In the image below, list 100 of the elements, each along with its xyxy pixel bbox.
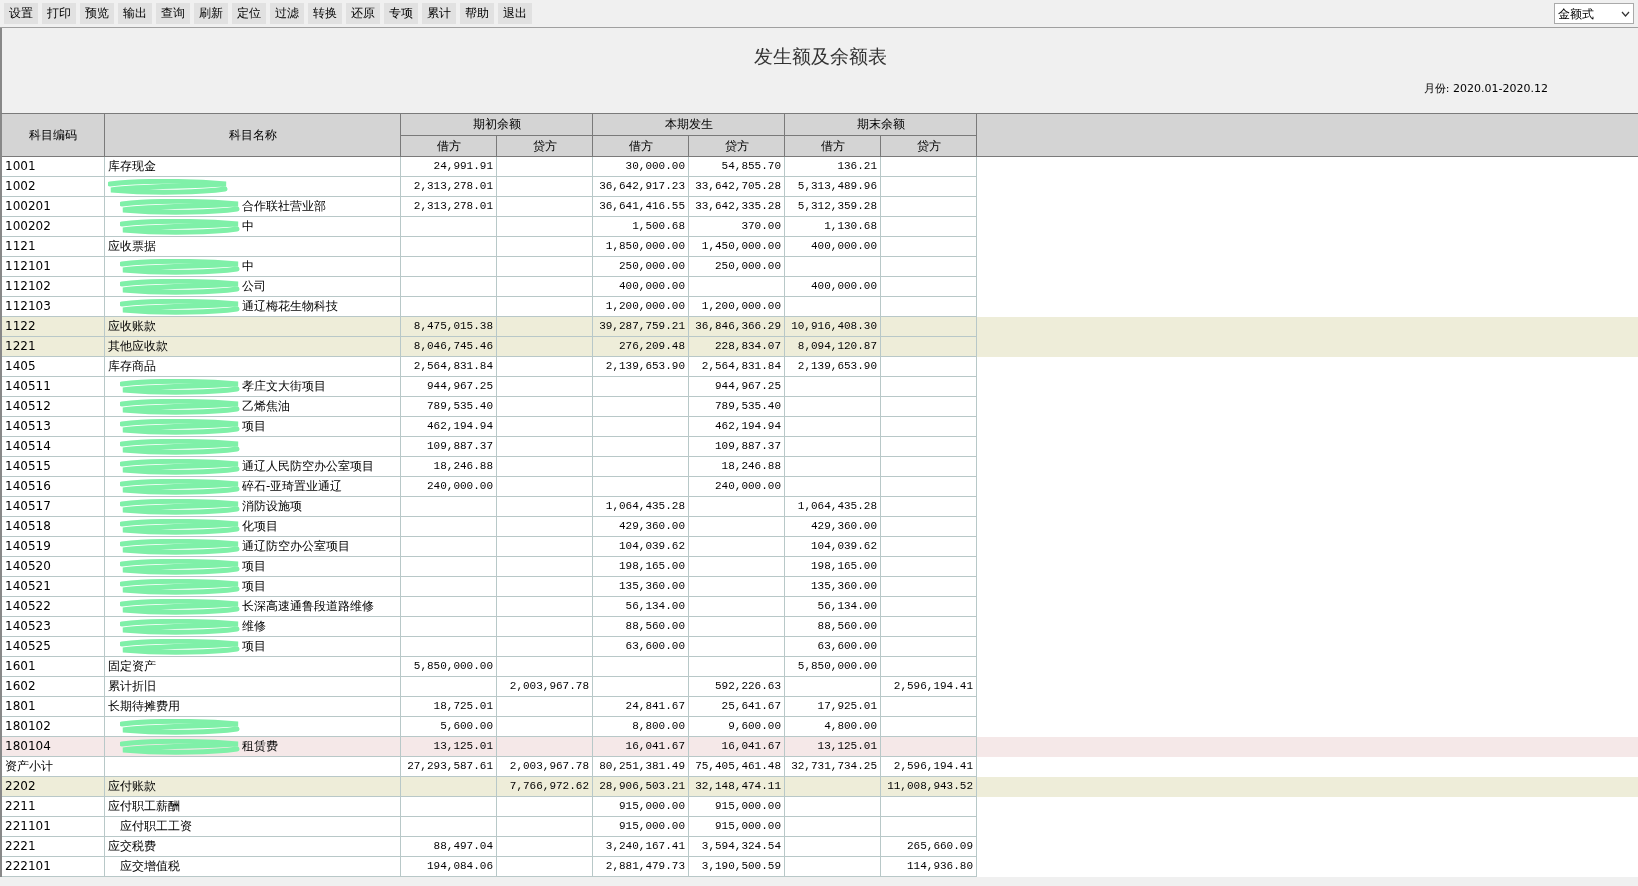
table-cell: 198,165.00 bbox=[593, 557, 689, 577]
account-name: 应收账款 bbox=[108, 319, 156, 333]
table-cell: 915,000.00 bbox=[689, 797, 785, 817]
table-cell: 88,560.00 bbox=[785, 617, 881, 637]
account-name: 应交增值税 bbox=[120, 859, 180, 873]
table-cell: 1,130.68 bbox=[785, 217, 881, 237]
table-cell: 5,313,489.96 bbox=[785, 177, 881, 197]
table-cell: 1002 bbox=[2, 177, 105, 197]
toolbar-button[interactable]: 输出 bbox=[118, 3, 152, 24]
highlighted-row[interactable]: 1122 应收账款 8,475,015.38 39,287,759.21 36,846,366.29 10,916,408.30 bbox=[2, 317, 1638, 337]
table-cell: 462,194.94 bbox=[401, 417, 497, 437]
table-cell: 180104 bbox=[2, 737, 105, 757]
table-cell: 18,725.01 bbox=[401, 697, 497, 717]
table-cell: 56,134.00 bbox=[593, 597, 689, 617]
table-cell: 1,064,435.28 bbox=[593, 497, 689, 517]
column-group-header: 期初余额 bbox=[401, 114, 593, 136]
toolbar-button[interactable]: 查询 bbox=[156, 3, 190, 24]
table-cell: 11,008,943.52 bbox=[881, 777, 977, 797]
table-cell: 13,125.01 bbox=[401, 737, 497, 757]
toolbar-button[interactable]: 定位 bbox=[232, 3, 266, 24]
table-cell: 140517 bbox=[2, 497, 105, 517]
account-name: 长深高速通鲁段道路维修 bbox=[242, 599, 374, 613]
table-cell: 140513 bbox=[2, 417, 105, 437]
table-cell: 140525 bbox=[2, 637, 105, 657]
account-name: 项目 bbox=[242, 639, 266, 653]
toolbar-button[interactable]: 刷新 bbox=[194, 3, 228, 24]
account-name: 租赁费 bbox=[242, 739, 278, 753]
table-cell: 36,641,416.55 bbox=[593, 197, 689, 217]
table-cell: 32,148,474.11 bbox=[689, 777, 785, 797]
table-cell: 915,000.00 bbox=[593, 817, 689, 837]
table-cell: 24,841.67 bbox=[593, 697, 689, 717]
account-name: 应付账款 bbox=[108, 779, 156, 793]
account-name: 通辽人民防空办公室项目 bbox=[242, 459, 374, 473]
account-name: 累计折旧 bbox=[108, 679, 156, 693]
table-cell: 370.00 bbox=[689, 217, 785, 237]
table-cell: 33,642,705.28 bbox=[689, 177, 785, 197]
table-cell: 28,906,503.21 bbox=[593, 777, 689, 797]
format-select[interactable]: 金额式 bbox=[1554, 3, 1634, 24]
table-cell: 592,226.63 bbox=[689, 677, 785, 697]
table-cell: 789,535.40 bbox=[689, 397, 785, 417]
toolbar-button[interactable]: 累计 bbox=[422, 3, 456, 24]
account-name: 项目 bbox=[242, 579, 266, 593]
table-cell: 250,000.00 bbox=[593, 257, 689, 277]
table-cell: 100202 bbox=[2, 217, 105, 237]
column-header: 贷方 bbox=[497, 135, 593, 157]
table-cell: 36,642,917.23 bbox=[593, 177, 689, 197]
account-name: 中 bbox=[242, 219, 254, 233]
account-name: 化项目 bbox=[242, 519, 278, 533]
account-name: 应收票据 bbox=[108, 239, 156, 253]
table-cell: 400,000.00 bbox=[785, 237, 881, 257]
toolbar-button[interactable]: 还原 bbox=[346, 3, 380, 24]
highlighted-row[interactable]: 1221 其他应收款 8,046,745.46 276,209.48 228,834.07 8,094,120.87 bbox=[2, 337, 1638, 357]
table-cell: 944,967.25 bbox=[689, 377, 785, 397]
account-name: 通辽防空办公室项目 bbox=[242, 539, 350, 553]
table-cell: 915,000.00 bbox=[593, 797, 689, 817]
table-cell: 240,000.00 bbox=[401, 477, 497, 497]
table-cell: 140511 bbox=[2, 377, 105, 397]
account-name: 其他应收款 bbox=[108, 339, 168, 353]
table-cell: 222101 bbox=[2, 857, 105, 877]
toolbar-button[interactable]: 设置 bbox=[4, 3, 38, 24]
table-cell: 1121 bbox=[2, 237, 105, 257]
table-cell: 140523 bbox=[2, 617, 105, 637]
toolbar-button[interactable]: 退出 bbox=[498, 3, 532, 24]
table-cell: 2,313,278.01 bbox=[401, 197, 497, 217]
table-cell: 400,000.00 bbox=[785, 277, 881, 297]
toolbar-button[interactable]: 帮助 bbox=[460, 3, 494, 24]
table-cell: 1801 bbox=[2, 697, 105, 717]
table-cell: 915,000.00 bbox=[689, 817, 785, 837]
report-title: 发生额及余额表 bbox=[752, 44, 888, 69]
toolbar-button[interactable]: 打印 bbox=[42, 3, 76, 24]
table-cell: 198,165.00 bbox=[785, 557, 881, 577]
table-cell: 2,313,278.01 bbox=[401, 177, 497, 197]
toolbar-button[interactable]: 专项 bbox=[384, 3, 418, 24]
account-name: 中 bbox=[242, 259, 254, 273]
account-name: 固定资产 bbox=[108, 659, 156, 673]
table-cell: 5,312,359.28 bbox=[785, 197, 881, 217]
table-cell: 18,246.88 bbox=[401, 457, 497, 477]
table-cell: 3,240,167.41 bbox=[593, 837, 689, 857]
toolbar-button[interactable]: 过滤 bbox=[270, 3, 304, 24]
account-name: 乙烯焦油 bbox=[242, 399, 290, 413]
table-cell: 18,246.88 bbox=[689, 457, 785, 477]
column-group-header: 本期发生 bbox=[593, 114, 785, 136]
table-cell: 140519 bbox=[2, 537, 105, 557]
account-name: 维修 bbox=[242, 619, 266, 633]
account-name: 库存现金 bbox=[108, 159, 156, 173]
toolbar-button[interactable]: 转换 bbox=[308, 3, 342, 24]
table-cell: 8,094,120.87 bbox=[785, 337, 881, 357]
table-cell: 104,039.62 bbox=[593, 537, 689, 557]
toolbar-button[interactable]: 预览 bbox=[80, 3, 114, 24]
table-cell: 140521 bbox=[2, 577, 105, 597]
table-cell: 63,600.00 bbox=[593, 637, 689, 657]
table-cell: 25,641.67 bbox=[689, 697, 785, 717]
highlighted-row[interactable]: 2202 应付账款 7,766,972.62 28,906,503.21 32,148,474.11 11,008,943.52 bbox=[2, 777, 1638, 797]
table-cell: 944,967.25 bbox=[401, 377, 497, 397]
account-name: 应付职工薪酬 bbox=[108, 799, 180, 813]
chevron-down-icon bbox=[1621, 10, 1630, 17]
table-cell: 1405 bbox=[2, 357, 105, 377]
table-cell: 114,936.80 bbox=[881, 857, 977, 877]
table-cell: 16,041.67 bbox=[593, 737, 689, 757]
highlighted-row[interactable]: 180104 租赁费 13,125.01 16,041.67 16,041.67 13,125.01 bbox=[2, 737, 1638, 757]
